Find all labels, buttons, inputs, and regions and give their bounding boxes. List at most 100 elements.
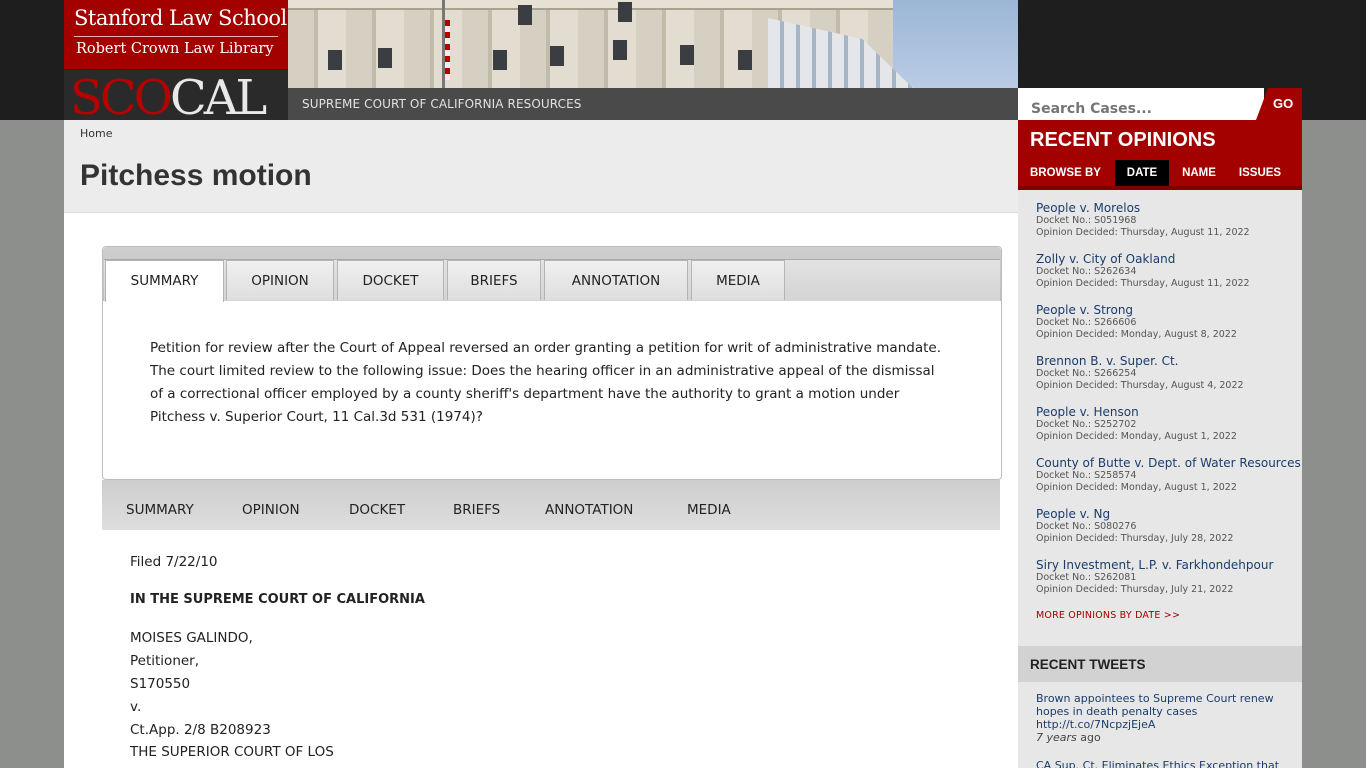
school-name: Stanford Law School [74,6,287,30]
court-heading: IN THE SUPREME COURT OF CALIFORNIA [130,592,425,607]
subnav-annotation[interactable]: ANNOTATION [545,502,633,518]
opinion-decided: Opinion Decided: Monday, August 1, 2022 [1036,482,1237,493]
opinion-docket: Docket No.: S080276 [1036,521,1137,532]
opinion-docket: Docket No.: S051968 [1036,215,1137,226]
document-line: v. [130,699,142,715]
browse-tab-date[interactable]: DATE [1115,160,1169,186]
window [613,40,627,60]
flag [445,20,450,80]
tab-media[interactable]: MEDIA [691,260,785,300]
breadcrumb-home[interactable]: Home [80,127,112,140]
recent-opinions-header: RECENT OPINIONS BROWSE BY DATE NAME ISSU… [1018,120,1302,190]
tweet-age-time: 7 years [1036,731,1077,744]
more-opinions-link[interactable]: MORE OPINIONS BY DATE >> [1036,610,1180,621]
opinion-decided: Opinion Decided: Monday, August 8, 2022 [1036,329,1237,340]
opinion-item: People v. Henson Docket No.: S252702 Opi… [1036,405,1298,443]
opinion-link[interactable]: People v. Strong [1036,303,1298,317]
tweet-item: CA Sup. Ct. Eliminates Ethics Exception … [1036,759,1286,768]
section-nav-bar: SUMMARY OPINION DOCKET BRIEFS ANNOTATION… [102,480,1000,530]
summary-line: The court limited review to the followin… [150,363,935,379]
recent-tweets-header: RECENT TWEETS [1018,646,1302,682]
subnav-docket[interactable]: DOCKET [349,502,405,518]
page-title: Pitchess motion [80,159,312,192]
browse-tab-issues[interactable]: ISSUES [1231,160,1289,186]
opinion-decided: Opinion Decided: Monday, August 1, 2022 [1036,431,1237,442]
opinion-docket: Docket No.: S266606 [1036,317,1137,328]
subnav-media[interactable]: MEDIA [687,502,731,518]
opinion-docket: Docket No.: S266254 [1036,368,1137,379]
sidebar: RECENT OPINIONS BROWSE BY DATE NAME ISSU… [1018,120,1302,768]
scocal-wordmark: SCOCAL [70,70,267,120]
window [550,46,564,66]
opinion-decided: Opinion Decided: Thursday, August 4, 202… [1036,380,1244,391]
logo-sco: SCO [70,70,173,120]
search-form: GO [1018,88,1302,120]
opinion-docket: Docket No.: S258574 [1036,470,1137,481]
library-name: Robert Crown Law Library [76,41,274,57]
courthouse-banner-image [288,0,1018,88]
search-go-label: GO [1273,96,1294,111]
document-line: THE SUPERIOR COURT OF LOS [130,744,334,760]
window [328,50,342,70]
opinion-docket: Docket No.: S262634 [1036,266,1137,277]
tweet-text[interactable]: hopes in death penalty cases [1036,705,1286,718]
tweet-text[interactable]: CA Sup. Ct. Eliminates Ethics Exception … [1036,759,1286,768]
subnav-opinion[interactable]: OPINION [242,502,300,518]
document-line: Ct.App. 2/8 B208923 [130,722,271,738]
tab-docket[interactable]: DOCKET [337,260,444,300]
browse-tab-name[interactable]: NAME [1173,160,1225,186]
browse-by-label: BROWSE BY [1030,167,1101,179]
opinion-link[interactable]: Brennon B. v. Super. Ct. [1036,354,1298,368]
tweet-item: Brown appointees to Supreme Court renew … [1036,692,1286,744]
opinion-link[interactable]: People v. Ng [1036,507,1298,521]
page-wrapper: Stanford Law School Robert Crown Law Lib… [64,0,1302,768]
tab-briefs[interactable]: BRIEFS [447,260,541,300]
tweet-link[interactable]: http://t.co/7NcpzjEjeA [1036,718,1286,731]
opinion-item: Zolly v. City of Oakland Docket No.: S26… [1036,252,1298,290]
document-line: S170550 [130,676,191,692]
opinion-item: County of Butte v. Dept. of Water Resour… [1036,456,1301,494]
opinion-link[interactable]: Zolly v. City of Oakland [1036,252,1298,266]
recent-tweets-title: RECENT TWEETS [1030,657,1146,672]
tweet-age: 7 years ago [1036,731,1286,744]
subnav-briefs[interactable]: BRIEFS [453,502,500,518]
main-content: Home Pitchess motion SUMMARY OPINION DOC… [64,120,1018,768]
summary-line: of a correctional officer employed by a … [150,386,900,402]
summary-line: Petition for review after the Court of A… [150,340,941,356]
opinion-item: People v. Ng Docket No.: S080276 Opinion… [1036,507,1298,545]
logo-divider [74,36,278,37]
filed-date: Filed 7/22/10 [130,554,218,570]
opinion-docket: Docket No.: S252702 [1036,419,1137,430]
tab-summary[interactable]: SUMMARY [105,260,224,302]
opinion-docket: Docket No.: S262081 [1036,572,1137,583]
tab-annotation[interactable]: ANNOTATION [544,260,688,300]
logo-cal: CAL [169,70,267,120]
opinion-decided: Opinion Decided: Thursday, August 11, 20… [1036,278,1250,289]
opinion-decided: Opinion Decided: Thursday, July 28, 2022 [1036,533,1234,544]
tab-opinion[interactable]: OPINION [226,260,334,300]
scocal-logo[interactable]: SCOCAL [64,70,288,120]
subnav-summary[interactable]: SUMMARY [126,502,194,518]
document-line: Petitioner, [130,653,200,669]
window [378,48,392,68]
stanford-law-logo[interactable]: Stanford Law School Robert Crown Law Lib… [64,0,288,70]
recent-opinions-title: RECENT OPINIONS [1030,129,1216,151]
opinion-item: People v. Morelos Docket No.: S051968 Op… [1036,201,1298,239]
building-cornice [288,0,893,10]
search-input[interactable] [1018,88,1264,120]
opinion-item: Brennon B. v. Super. Ct. Docket No.: S26… [1036,354,1298,392]
opinion-item: Siry Investment, L.P. v. Farkhondehpour … [1036,558,1298,596]
tweet-text[interactable]: Brown appointees to Supreme Court renew [1036,692,1286,705]
opinion-link[interactable]: County of Butte v. Dept. of Water Resour… [1036,456,1301,470]
window [493,50,507,70]
document-line: MOISES GALINDO, [130,630,253,646]
summary-line: Pitchess v. Superior Court, 11 Cal.3d 53… [150,409,483,425]
window [680,45,694,65]
opinion-item: People v. Strong Docket No.: S266606 Opi… [1036,303,1298,341]
opinion-link[interactable]: Siry Investment, L.P. v. Farkhondehpour [1036,558,1298,572]
window [618,2,632,22]
opinion-link[interactable]: People v. Morelos [1036,201,1298,215]
opinion-link[interactable]: People v. Henson [1036,405,1298,419]
tab-strip: SUMMARY OPINION DOCKET BRIEFS ANNOTATION… [103,247,1001,302]
window [518,5,532,25]
